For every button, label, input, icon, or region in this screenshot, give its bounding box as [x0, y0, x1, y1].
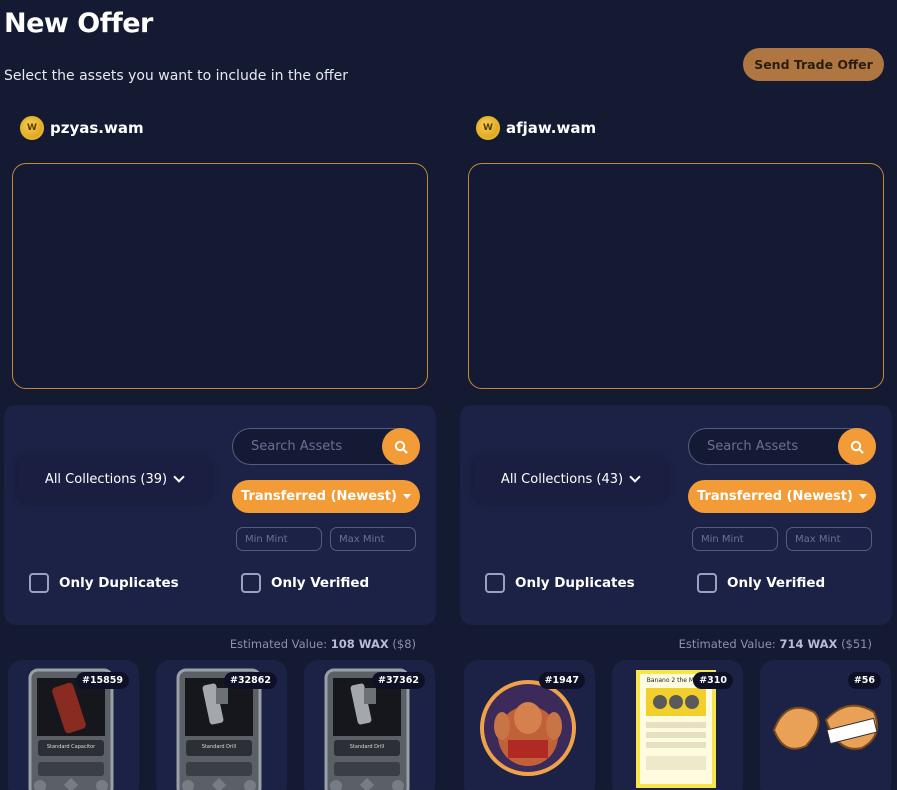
right-username[interactable]: afjaw.wam [506, 119, 596, 137]
right-selected-assets-area[interactable] [468, 163, 884, 389]
right-only-verified-checkbox[interactable]: Only Verified [697, 573, 825, 593]
fortune-cookie-icon [772, 704, 878, 750]
search-icon [850, 440, 864, 453]
wax-coin-icon: W [476, 116, 500, 140]
asset-card[interactable]: Standard Drill #32862 [156, 660, 287, 790]
right-search-input[interactable] [707, 429, 837, 464]
checkbox-box[interactable] [241, 573, 261, 593]
left-max-mint-input[interactable] [330, 527, 416, 551]
right-only-duplicates-checkbox[interactable]: Only Duplicates [485, 573, 635, 593]
right-collections-label: All Collections (43) [500, 471, 624, 487]
left-collections-dropdown[interactable]: All Collections (39) [18, 457, 210, 501]
asset-card[interactable]: Standard Drill #37362 [304, 660, 435, 790]
right-estimated-value: Estimated Value: 714 WAX ($51) [679, 637, 872, 651]
right-max-mint-input[interactable] [786, 527, 872, 551]
mint-badge: #56 [847, 672, 881, 689]
checkbox-box[interactable] [485, 573, 505, 593]
left-sort-label: Transferred (Newest) [241, 489, 397, 504]
left-sort-dropdown[interactable]: Transferred (Newest) [232, 480, 420, 513]
mint-badge: #15859 [75, 672, 129, 689]
left-trader-column: W pzyas.wam All Collections (39) Transfe… [4, 0, 444, 790]
caret-down-icon [402, 494, 411, 499]
asset-card[interactable]: #1947 [464, 660, 595, 790]
left-min-mint-input[interactable] [236, 527, 322, 551]
left-collections-label: All Collections (39) [44, 471, 168, 487]
right-trader-column: W afjaw.wam All Collections (43) Transfe… [460, 0, 897, 790]
right-min-mint-input[interactable] [692, 527, 778, 551]
estimated-label: Estimated Value: [229, 637, 328, 651]
left-username[interactable]: pzyas.wam [50, 119, 144, 137]
mint-badge: #37362 [371, 672, 425, 689]
left-only-verified-checkbox[interactable]: Only Verified [241, 573, 369, 593]
right-sort-dropdown[interactable]: Transferred (Newest) [688, 480, 876, 513]
card-title: Standard Drill [350, 744, 384, 750]
checkbox-box[interactable] [697, 573, 717, 593]
left-search-input[interactable] [251, 429, 381, 464]
right-search-button[interactable] [838, 428, 876, 465]
left-only-verified-label: Only Verified [271, 575, 370, 591]
left-user-row: W pzyas.wam [20, 116, 144, 140]
checkbox-box[interactable] [29, 573, 49, 593]
left-selected-assets-area[interactable] [12, 163, 428, 389]
left-filter-panel: All Collections (39) Transferred (Newest… [4, 405, 436, 625]
estimated-usd: ($51) [841, 637, 872, 651]
chevron-down-icon [629, 471, 641, 483]
right-filter-panel: All Collections (43) Transferred (Newest… [460, 405, 892, 625]
left-only-duplicates-label: Only Duplicates [59, 575, 179, 591]
left-search-button[interactable] [382, 428, 420, 465]
asset-card[interactable]: Standard Capacitor #15859 [8, 660, 139, 790]
mint-badge: #1947 [538, 672, 585, 689]
card-title: Standard Capacitor [47, 744, 96, 750]
fighter-portrait-icon [480, 680, 576, 776]
mint-badge: #310 [693, 672, 733, 689]
caret-down-icon [858, 494, 867, 499]
mint-badge: #32862 [223, 672, 277, 689]
right-search-box [688, 428, 876, 465]
asset-card[interactable]: #56 [760, 660, 891, 790]
right-user-row: W afjaw.wam [476, 116, 596, 140]
left-only-duplicates-checkbox[interactable]: Only Duplicates [29, 573, 179, 593]
right-sort-label: Transferred (Newest) [697, 489, 853, 504]
left-search-box [232, 428, 420, 465]
left-estimated-value: Estimated Value: 108 WAX ($8) [230, 637, 416, 651]
right-collections-dropdown[interactable]: All Collections (43) [474, 457, 666, 501]
asset-card[interactable]: Banano 2 the Moon #310 [612, 660, 743, 790]
right-only-duplicates-label: Only Duplicates [515, 575, 635, 591]
chevron-down-icon [173, 471, 185, 483]
search-icon [394, 440, 408, 453]
estimated-wax: 714 WAX [779, 637, 838, 651]
estimated-label: Estimated Value: [678, 637, 776, 651]
estimated-usd: ($8) [392, 637, 416, 651]
card-title: Standard Drill [202, 744, 236, 750]
wax-coin-icon: W [20, 116, 44, 140]
right-only-verified-label: Only Verified [727, 575, 826, 591]
estimated-wax: 108 WAX [330, 637, 389, 651]
